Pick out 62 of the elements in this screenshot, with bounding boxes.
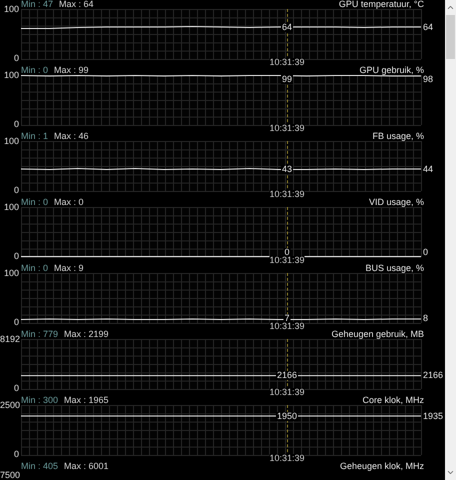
current-value: 1935 [423,412,444,420]
axis-label: 0 [12,318,19,327]
scroll-down-icon[interactable] [446,468,455,477]
max-value: Max : 2199 [64,330,109,339]
current-value: 0 [423,248,428,257]
min-value: Min : 0 [21,264,48,273]
max-value: Max : 6001 [64,462,109,471]
time-label: 10:31:39 [269,124,305,133]
max-value: Max : 1965 [64,396,109,405]
min-value: Min : 300 [21,396,58,405]
max-value: Max : 46 [54,132,89,141]
time-label: 10:31:39 [269,388,305,397]
cursor-value: 99 [281,75,293,84]
axis-label: 0 [12,54,19,63]
current-value: 64 [423,22,434,32]
axis-label: 0 [12,252,19,261]
graph-title: VID usage, % [368,198,424,207]
max-value: Max : 64 [59,0,94,9]
graph-title: Geheugen gebruik, MB [331,330,424,339]
scroll-thumb[interactable] [446,15,455,59]
time-label: 10:31:39 [269,256,305,265]
current-value: 98 [423,75,434,84]
cursor-value: 43 [281,165,293,174]
current-value: 44 [423,164,434,174]
graph-title: GPU gebruik, % [359,66,424,75]
axis-label: 8192 [0,335,19,344]
graph-title: Core klok, MHz [362,396,424,405]
current-value: 8 [423,314,428,323]
min-value: Min : 405 [21,462,58,471]
axis-label: 100 [2,5,19,14]
min-value: Min : 0 [21,198,48,207]
time-label: 10:31:39 [269,190,305,199]
graph-title: BUS usage, % [365,264,424,273]
max-value: Max : 9 [54,264,84,273]
scrollbar[interactable] [445,0,456,480]
min-value: Min : 779 [21,330,58,339]
graph-title: FB usage, % [372,132,424,141]
cursor-value: 64 [281,22,293,32]
min-value: Min : 47 [21,0,54,9]
time-label: 10:31:39 [269,454,305,463]
current-value: 2166 [423,371,444,380]
max-value: Max : 99 [54,66,89,75]
axis-label: 100 [2,203,19,212]
time-label: 10:31:39 [269,58,305,67]
cursor-value: 2166 [276,371,298,380]
axis-label: 0 [12,186,19,195]
axis-label: 7500 [0,470,20,480]
axis-label: 0 [12,384,19,393]
graph-title: GPU temperatuur, °C [338,0,424,9]
min-value: Min : 0 [21,66,48,75]
axis-label: 100 [2,269,19,278]
cursor-value: 1950 [276,412,298,420]
axis-label: 100 [2,71,19,80]
axis-label: 0 [12,120,19,129]
time-label: 10:31:39 [269,322,305,331]
min-value: Min : 1 [21,132,48,141]
max-value: Max : 0 [54,198,84,207]
axis-label: 100 [2,137,19,146]
graph-title: Geheugen klok, MHz [340,462,424,471]
scroll-up-icon[interactable] [446,3,455,12]
axis-label: 2500 [0,401,19,410]
axis-label: 0 [12,450,19,459]
